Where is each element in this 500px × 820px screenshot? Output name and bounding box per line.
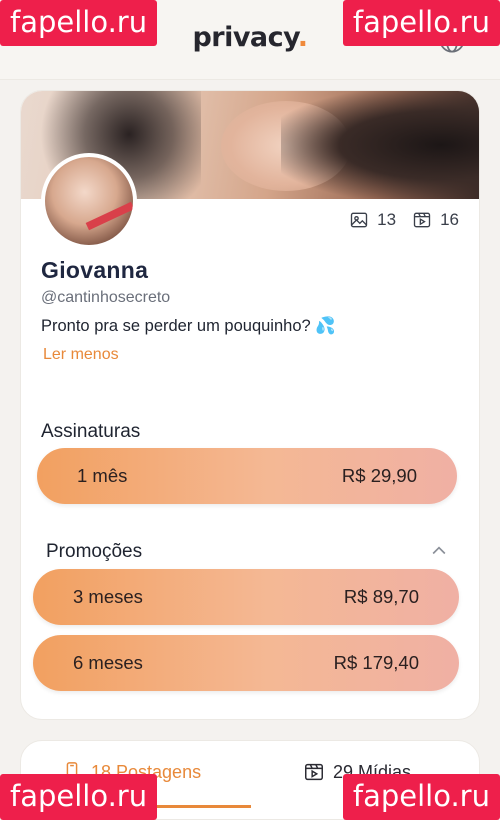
- plan-3-months-button[interactable]: 3 meses R$ 89,70: [33, 569, 459, 625]
- plan-price: R$ 89,70: [343, 586, 419, 607]
- video-count-value: 16: [440, 210, 459, 229]
- droplets-emoji: 💦: [315, 317, 336, 335]
- profile-name: Giovanna: [41, 257, 149, 283]
- chevron-up-icon[interactable]: [429, 541, 449, 561]
- profile-handle: @cantinhosecreto: [41, 289, 171, 306]
- plan-label: 1 mês: [77, 465, 128, 486]
- watermark: fapello.ru: [342, 774, 500, 820]
- plan-label: 6 meses: [73, 652, 143, 673]
- plan-6-months-button[interactable]: 6 meses R$ 179,40: [33, 635, 459, 691]
- profile-card: 13 16 Giovanna @cantinhosecreto Pronto p…: [20, 90, 480, 720]
- media-stats: 13 16: [349, 210, 459, 230]
- plan-label: 3 meses: [73, 586, 143, 607]
- plan-1-month-button[interactable]: 1 mês R$ 29,90: [37, 448, 457, 504]
- video-count: 16: [412, 210, 459, 230]
- image-count-value: 13: [377, 210, 397, 229]
- plan-price: R$ 179,40: [333, 652, 419, 673]
- plan-price: R$ 29,90: [341, 465, 417, 486]
- avatar[interactable]: [41, 153, 137, 249]
- profile-bio: Pronto pra se perder um pouquinho? 💦: [41, 317, 336, 335]
- image-count: 13: [349, 210, 396, 230]
- watermark: fapello.ru: [0, 0, 158, 46]
- image-icon: [350, 212, 368, 228]
- watermark: fapello.ru: [342, 0, 500, 46]
- video-icon: [305, 763, 323, 781]
- subscriptions-title: Assinaturas: [41, 421, 141, 442]
- video-icon: [413, 212, 431, 228]
- watermark: fapello.ru: [0, 774, 158, 820]
- promotions-title: Promoções: [46, 541, 143, 562]
- read-less-link[interactable]: Ler menos: [43, 346, 119, 364]
